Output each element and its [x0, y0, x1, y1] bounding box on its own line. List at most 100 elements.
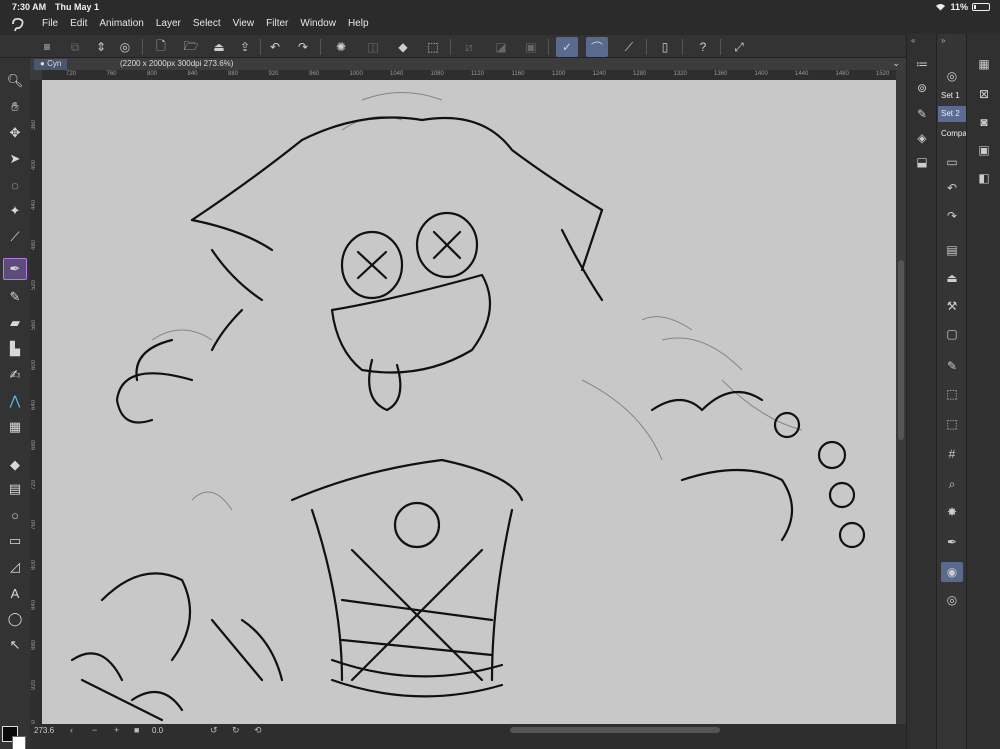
save-icon[interactable]: ⏏	[208, 37, 230, 57]
drawing-canvas[interactable]	[42, 80, 896, 724]
redo-icon[interactable]: ↷	[292, 37, 314, 57]
rotation-value[interactable]: 0.0	[152, 726, 163, 735]
clear-icon[interactable]: ◫	[362, 37, 384, 57]
sub-tool-set-2[interactable]: Set 2	[938, 106, 968, 122]
plus-icon[interactable]: +	[114, 725, 119, 735]
open-folder-icon[interactable]: 🗁	[180, 37, 202, 57]
menu-layer[interactable]: Layer	[150, 18, 187, 29]
curve-snap-icon[interactable]: ⌒	[586, 37, 608, 57]
panel-collapse-icon[interactable]: «	[911, 36, 915, 45]
gradient-tool-icon[interactable]: ▤	[3, 478, 27, 500]
companion-icon[interactable]: ◎	[114, 37, 136, 57]
zoom-value[interactable]: 273.6	[34, 726, 54, 735]
layers-icon[interactable]: ◈	[911, 128, 933, 148]
pen-icon[interactable]: ✎	[941, 356, 963, 376]
menu-edit[interactable]: Edit	[64, 18, 93, 29]
pencil-tool-icon[interactable]: ✎	[3, 286, 27, 308]
balloon-tool-icon[interactable]: ◯	[3, 608, 27, 630]
decoration-tool-icon[interactable]: ⋀	[3, 390, 27, 412]
operation-tool-icon[interactable]: ➤	[3, 148, 27, 170]
fit-icon[interactable]: ■	[134, 725, 139, 735]
filter-icon[interactable]: ◎	[941, 590, 963, 610]
undo-icon[interactable]: ↶	[264, 37, 286, 57]
ruler-icon[interactable]: ⏏	[941, 268, 963, 288]
clip-icon[interactable]: ▢	[941, 324, 963, 344]
search-icon[interactable]: ⌕	[941, 474, 963, 494]
reset-rotation-icon[interactable]: ⟲	[254, 725, 262, 736]
redo-history-icon[interactable]: ↷	[941, 206, 963, 226]
document-tab[interactable]: ● Cyn	[34, 59, 68, 70]
fullscreen-icon[interactable]: ⤢	[728, 37, 750, 57]
chat-icon[interactable]: ▭	[941, 152, 963, 172]
crop-icon[interactable]: ⬚	[941, 414, 963, 434]
hand-tool-icon[interactable]: ✋︎	[3, 96, 27, 118]
figure-tool-icon[interactable]: ▦	[3, 416, 27, 438]
wrench-icon[interactable]: ⚒	[941, 296, 963, 316]
app-logo-icon[interactable]	[10, 16, 26, 32]
auto-action-icon[interactable]: ▤	[941, 240, 963, 260]
sub-tool-set-1[interactable]: Set 1	[938, 88, 968, 104]
menu-help[interactable]: Help	[342, 18, 375, 29]
navigator-icon[interactable]: ⬓	[911, 152, 933, 172]
up-down-arrows-icon[interactable]: ⇕	[90, 37, 112, 57]
rotate-right-icon[interactable]: ↻	[232, 725, 240, 736]
menu-select[interactable]: Select	[187, 18, 227, 29]
zoom-tool-icon[interactable]: 🔍︎	[3, 70, 27, 92]
material-icon[interactable]: ▣	[973, 140, 995, 160]
sub-color-swatch[interactable]	[12, 736, 26, 749]
minus-icon[interactable]: −	[92, 725, 97, 735]
scrollbar-thumb[interactable]	[898, 260, 904, 440]
horizontal-scrollbar[interactable]	[510, 727, 720, 733]
deselect-icon[interactable]: ⧄	[458, 37, 480, 57]
close-panel-icon[interactable]: ⊠	[973, 84, 995, 104]
export-icon[interactable]: ⇪	[234, 37, 256, 57]
fill-bucket-icon[interactable]: ◆	[3, 454, 27, 476]
panel-collapse-icon-2[interactable]: »	[941, 36, 945, 45]
invert-selection-icon[interactable]: ◪	[490, 37, 512, 57]
menu-view[interactable]: View	[227, 18, 261, 29]
shape-tool-icon[interactable]: ○	[3, 504, 27, 526]
correct-line-icon[interactable]: ↖	[3, 634, 27, 656]
pen-tool-icon[interactable]: ✒	[3, 258, 27, 280]
target-icon[interactable]: ◉	[941, 562, 963, 582]
sub-tool-set-3[interactable]: Compa	[938, 126, 968, 142]
grid-icon[interactable]: #	[941, 444, 963, 464]
camera-icon[interactable]: ◙	[973, 112, 995, 132]
menu-filter[interactable]: Filter	[260, 18, 294, 29]
ruler-snap-icon[interactable]: ✓	[556, 37, 578, 57]
blend-tool-icon[interactable]: ▙	[3, 338, 27, 360]
select-icon[interactable]: ⬚	[941, 384, 963, 404]
fill-icon[interactable]: ◆	[392, 37, 414, 57]
layer-move-icon[interactable]: ⧉	[64, 37, 86, 57]
magic-wand-icon[interactable]: ✦	[3, 200, 27, 222]
chevron-down-icon[interactable]: ⌄	[892, 58, 900, 69]
menu-file[interactable]: File	[36, 18, 64, 29]
lasso-tool-icon[interactable]: ◌	[3, 174, 27, 196]
help-icon[interactable]: ?	[692, 37, 714, 57]
eyedropper-icon[interactable]: ⟋	[3, 226, 27, 248]
color-set-icon[interactable]: ▦	[973, 54, 995, 74]
undo-history-icon[interactable]: ↶	[941, 178, 963, 198]
brush-tool-icon[interactable]: ✍	[3, 364, 27, 386]
hamburger-menu-icon[interactable]: ≡	[36, 37, 58, 57]
brush-size-icon[interactable]: ⊚	[911, 78, 933, 98]
new-file-icon[interactable]: 🗋	[150, 37, 172, 57]
color-wheel-icon[interactable]: ✎	[911, 104, 933, 124]
spark-icon[interactable]: ✸	[941, 502, 963, 522]
sub-tool-dropdown-icon[interactable]: ◎	[941, 66, 963, 86]
tool-property-icon[interactable]: ≔	[911, 54, 933, 74]
smartphone-icon[interactable]: ▯	[654, 37, 676, 57]
menu-window[interactable]: Window	[294, 18, 342, 29]
loading-icon[interactable]: ✺	[330, 37, 352, 57]
move-tool-icon[interactable]: ✥	[3, 122, 27, 144]
vertical-scrollbar[interactable]	[896, 80, 906, 724]
frame-tool-icon[interactable]: ▭	[3, 530, 27, 552]
special-ruler-icon[interactable]: ⟋	[618, 37, 640, 57]
nib-icon[interactable]: ✒	[941, 532, 963, 552]
ruler-tool-icon[interactable]: ◿	[3, 556, 27, 578]
transform-icon[interactable]: ⬚	[422, 37, 444, 57]
eraser-tool-icon[interactable]: ▰	[3, 312, 27, 334]
stack-icon[interactable]: ◧	[973, 168, 995, 188]
menu-animation[interactable]: Animation	[93, 18, 149, 29]
zoom-out-icon[interactable]: ‹	[70, 725, 73, 735]
